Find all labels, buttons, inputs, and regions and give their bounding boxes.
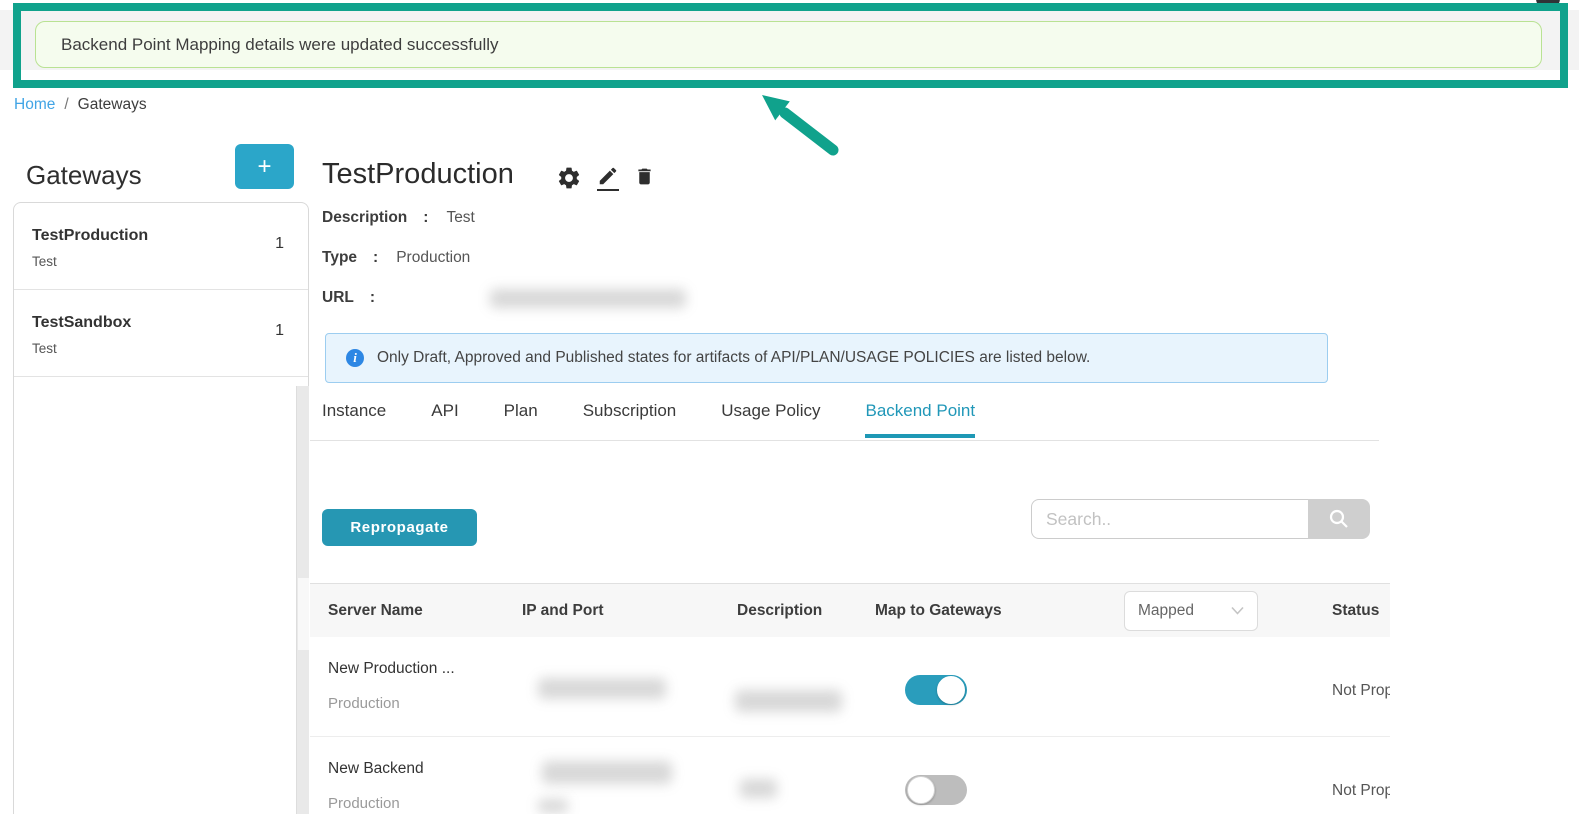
server-type: Production	[328, 795, 400, 812]
field-label: URL	[322, 289, 354, 306]
redacted-ip-and-port	[542, 761, 672, 784]
table-row: New Backend Production Not Propagated	[310, 737, 1390, 814]
gateway-settings-button[interactable]	[556, 165, 582, 191]
search-input[interactable]	[1031, 499, 1308, 539]
field-label: Description	[322, 209, 408, 226]
tab-usage-policy[interactable]: Usage Policy	[721, 401, 820, 438]
gateway-list-item-testsandbox[interactable]: TestSandbox Test 1	[14, 290, 308, 377]
gateway-list: TestProduction Test 1 TestSandbox Test 1	[13, 202, 309, 814]
toggle-knob	[937, 676, 965, 704]
tabs-divider	[310, 440, 1379, 441]
search-button[interactable]	[1308, 499, 1370, 539]
field-colon: :	[369, 289, 376, 306]
column-header-map-to-gateways: Map to Gateways	[875, 601, 1002, 619]
column-header-ip-and-port: IP and Port	[522, 601, 604, 619]
annotation-arrow-icon	[762, 95, 839, 156]
tab-backend-point[interactable]: Backend Point	[865, 401, 976, 438]
edit-pencil-icon	[599, 167, 617, 185]
map-to-gateway-toggle[interactable]	[905, 775, 967, 805]
magnifier-icon	[1329, 509, 1348, 528]
tab-instance[interactable]: Instance	[322, 401, 386, 438]
field-description: Description: Test	[322, 209, 475, 227]
sidebar-scrollbar-thumb[interactable]	[298, 578, 309, 650]
breadcrumb-current: Gateways	[77, 96, 147, 113]
description-cell	[737, 637, 875, 736]
trash-icon	[638, 168, 651, 185]
server-name: New Backend	[328, 760, 424, 777]
title-action-buttons	[556, 165, 655, 191]
field-colon: :	[423, 209, 429, 226]
gateway-name: TestSandbox	[32, 314, 132, 331]
field-value: Test	[446, 209, 475, 226]
breadcrumb-home-link[interactable]: Home	[14, 96, 55, 114]
edit-gateway-button[interactable]	[597, 165, 619, 191]
table-header-row: Server Name IP and Port Description Map …	[310, 583, 1390, 637]
status-value: Not Propagated	[1332, 682, 1390, 699]
redacted-description	[740, 779, 777, 798]
mapped-filter-dropdown[interactable]: Mapped	[1124, 590, 1258, 631]
tab-subscription[interactable]: Subscription	[583, 401, 677, 438]
breadcrumb: Home / Gateways	[14, 96, 147, 114]
column-header-description: Description	[737, 601, 823, 619]
gateway-description: Test	[32, 254, 57, 269]
field-url: URL:	[322, 289, 393, 307]
column-header-server-name: Server Name	[328, 601, 423, 619]
server-name: New Production ...	[328, 660, 455, 677]
toggle-knob	[907, 776, 935, 804]
info-banner: i Only Draft, Approved and Published sta…	[325, 333, 1328, 383]
table-row: New Production ... Production Not Propag…	[310, 637, 1390, 737]
redacted-ip-and-port	[538, 799, 568, 813]
gateway-count-badge: 1	[275, 235, 284, 252]
field-value: Production	[396, 249, 471, 266]
field-label: Type	[322, 249, 358, 266]
map-to-gateway-toggle[interactable]	[905, 675, 967, 705]
status-value: Not Propagated	[1332, 782, 1390, 799]
add-gateway-button[interactable]: +	[235, 144, 294, 189]
redacted-description	[735, 690, 842, 712]
page-title: TestProduction	[322, 158, 514, 190]
gateway-list-item-testproduction[interactable]: TestProduction Test 1	[14, 203, 308, 290]
gateway-name: TestProduction	[32, 227, 149, 244]
cropped-avatar-icon[interactable]	[1536, 0, 1560, 10]
info-icon: i	[346, 349, 364, 367]
sidebar-scrollbar[interactable]	[296, 386, 309, 814]
tab-api[interactable]: API	[431, 401, 458, 438]
info-banner-text: Only Draft, Approved and Published state…	[377, 349, 1091, 366]
breadcrumb-separator: /	[64, 96, 69, 113]
description-cell	[737, 737, 875, 814]
field-colon: :	[373, 249, 379, 266]
gateway-description: Test	[32, 341, 57, 356]
delete-gateway-button[interactable]	[634, 165, 655, 188]
backend-point-table: Server Name IP and Port Description Map …	[310, 583, 1390, 814]
toast-message: Backend Point Mapping details were updat…	[61, 34, 499, 54]
chevron-down-icon	[1231, 606, 1244, 615]
tab-plan[interactable]: Plan	[504, 401, 538, 438]
redacted-ip-and-port	[538, 678, 666, 699]
search-group	[1031, 499, 1370, 539]
success-toast: Backend Point Mapping details were updat…	[35, 21, 1542, 68]
server-type: Production	[328, 695, 400, 712]
column-header-status: Status	[1332, 601, 1380, 619]
repropagate-button[interactable]: Repropagate	[322, 509, 477, 546]
detail-tabs: Instance API Plan Subscription Usage Pol…	[322, 401, 976, 438]
gear-icon	[558, 167, 580, 189]
mapped-filter-value: Mapped	[1138, 601, 1195, 619]
redacted-url-value	[490, 289, 686, 308]
edit-underline	[597, 189, 619, 191]
gateway-count-badge: 1	[275, 322, 284, 339]
field-type: Type: Production	[322, 249, 470, 267]
sidebar-title: Gateways	[26, 160, 142, 190]
